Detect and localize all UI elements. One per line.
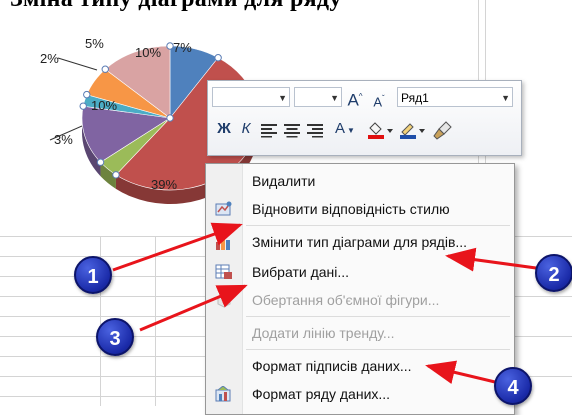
callout-badge-4: 4 xyxy=(494,367,532,405)
arrow-1 xyxy=(112,222,243,272)
callout-badge-3: 3 xyxy=(96,318,134,356)
arrow-2 xyxy=(445,247,537,272)
callout-arrows xyxy=(112,222,537,384)
arrow-3 xyxy=(139,284,248,332)
callout-badge-1: 1 xyxy=(74,256,112,294)
callout-badge-2: 2 xyxy=(535,254,572,292)
arrow-4 xyxy=(425,360,496,384)
